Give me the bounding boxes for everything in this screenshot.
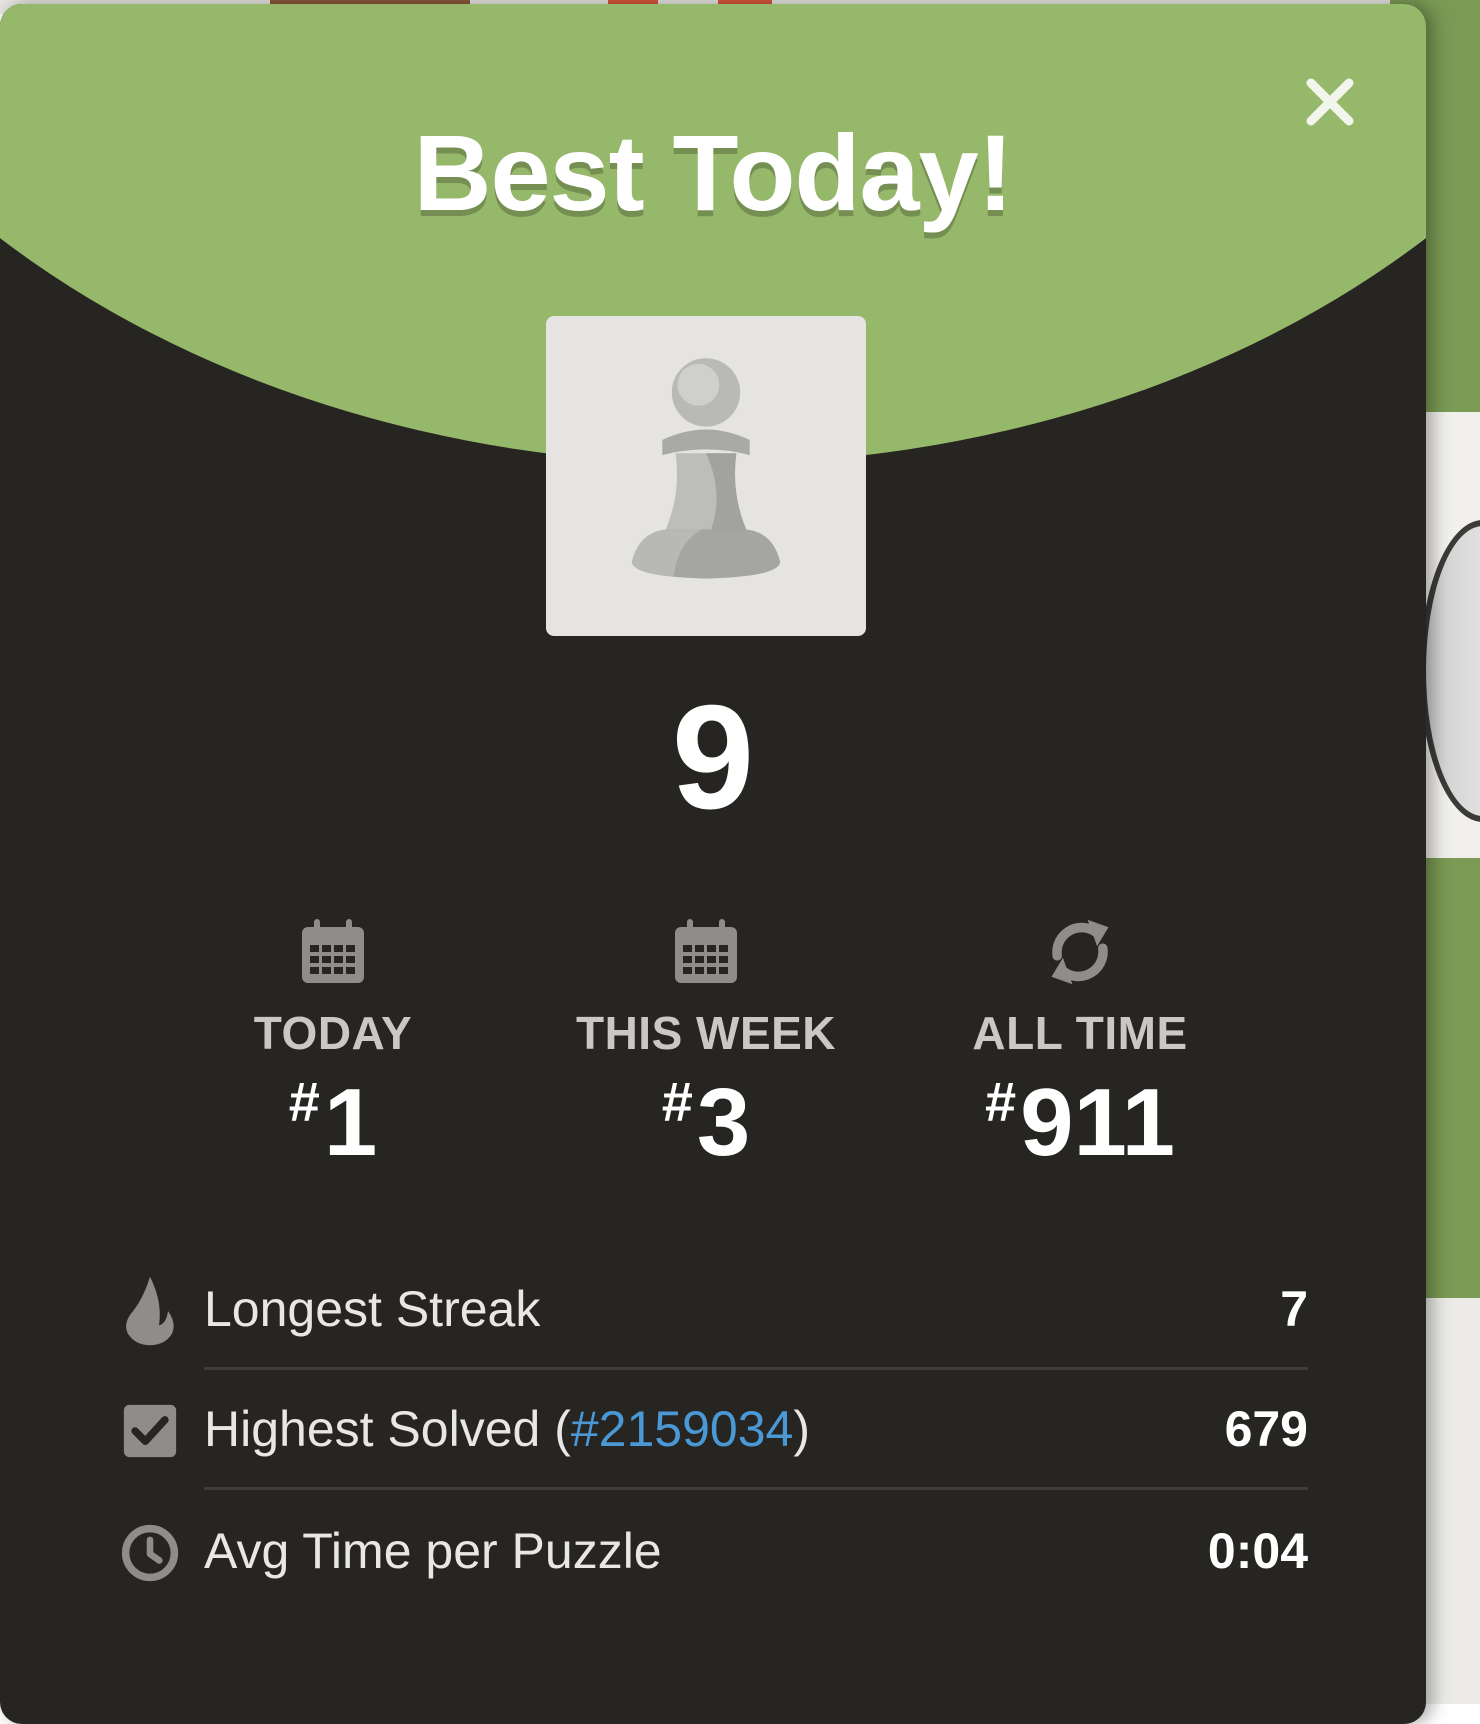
stat-value: 679: [1224, 1401, 1308, 1457]
refresh-icon: [1051, 919, 1109, 985]
flame-icon: [126, 1276, 174, 1346]
rank-value: #3: [661, 1069, 751, 1176]
stat-avg-time: Avg Time per Puzzle 0:04: [118, 1494, 1308, 1612]
rank-label: ALL TIME: [972, 1007, 1188, 1059]
stat-label: Longest Streak: [204, 1281, 541, 1337]
rank-label: TODAY: [253, 1007, 413, 1059]
pawn-icon: [631, 358, 781, 579]
rank-all-time: ALL TIME #911: [900, 912, 1260, 1171]
score: 9: [671, 675, 755, 840]
clock-icon: [121, 1524, 179, 1582]
stat-label: Highest Solved (#2159034): [204, 1401, 810, 1457]
puzzle-link[interactable]: #2159034: [571, 1401, 793, 1457]
stat-value: 7: [1280, 1281, 1308, 1337]
divider: [204, 1367, 1308, 1370]
checkbox-icon: [123, 1404, 177, 1458]
stat-value: 0:04: [1207, 1523, 1308, 1579]
stat-longest-streak: Longest Streak 7: [118, 1252, 1308, 1370]
calendar-icon: [302, 919, 364, 983]
rank-value: #911: [984, 1069, 1176, 1176]
rank-this-week: THIS WEEK #3: [526, 912, 886, 1171]
modal-title: Best Today!: [413, 112, 1013, 233]
stat-highest-solved: Highest Solved (#2159034) 679: [118, 1372, 1308, 1490]
rank-value: #1: [288, 1069, 378, 1176]
stat-label: Avg Time per Puzzle: [204, 1523, 662, 1579]
rank-today: TODAY #1: [153, 912, 513, 1171]
calendar-icon: [675, 919, 737, 983]
rank-label: THIS WEEK: [575, 1007, 837, 1059]
divider: [204, 1487, 1308, 1490]
results-modal: Best Today! 9 TODAY #1 THIS WEEK #3 ALL …: [0, 4, 1426, 1724]
avatar: [546, 316, 866, 636]
